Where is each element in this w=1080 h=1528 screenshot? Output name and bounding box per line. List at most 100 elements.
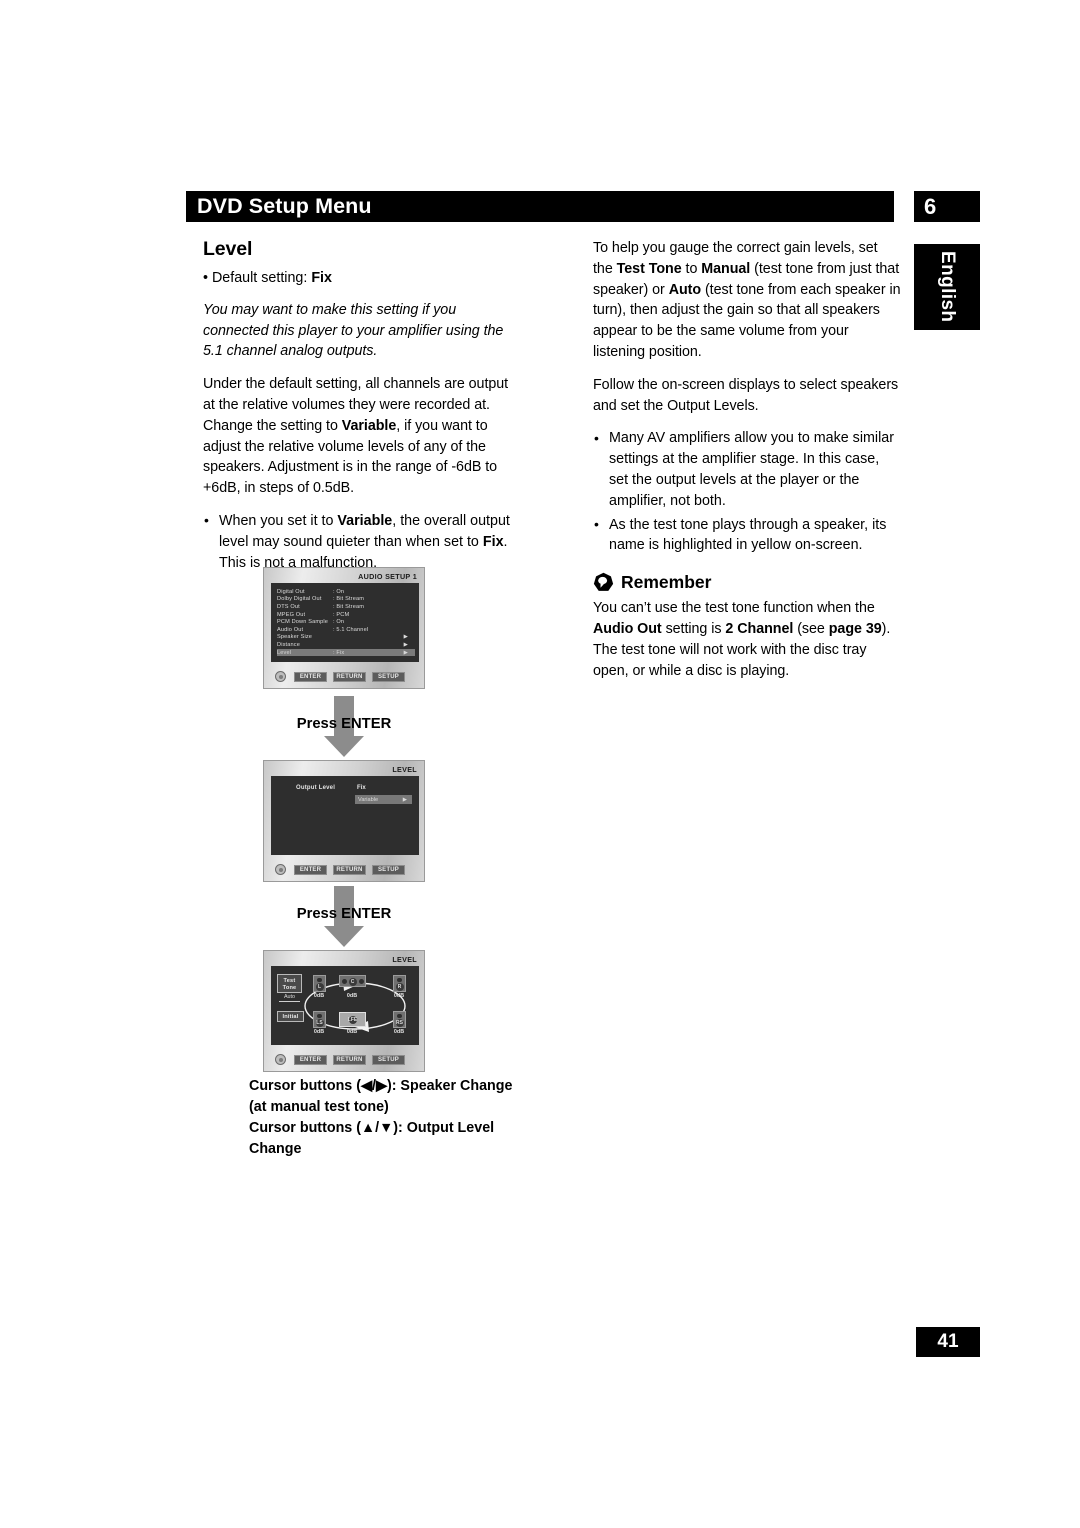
speaker-r-label: R <box>395 983 404 991</box>
speaker-l-label: L <box>315 983 324 991</box>
cursor-buttons-caption: Cursor buttons (◀/▶): Speaker Change (at… <box>249 1076 549 1160</box>
remember-heading: Remember <box>593 572 901 593</box>
step-label-press-enter-2: Press ENTER <box>296 906 392 922</box>
remember-paragraph: You can’t use the test tone function whe… <box>593 598 901 681</box>
return-button[interactable]: RETURN <box>333 1055 366 1065</box>
gain-levels-paragraph: To help you gauge the correct gain level… <box>593 238 901 363</box>
menu-key: Dolby Digital Out <box>277 596 322 603</box>
option-variable-selected[interactable]: Variable ▶ <box>355 795 412 804</box>
chevron-right-icon: ▶ <box>403 634 408 641</box>
caption-line-1: Cursor buttons (◀/▶): Speaker Change <box>249 1078 513 1094</box>
setup-button[interactable]: SETUP <box>372 1055 405 1065</box>
audio-setup-menu-list: Digital Out : On Dolby Digital Out : Bit… <box>277 588 415 657</box>
speaker-r[interactable]: R <box>393 975 406 992</box>
enter-button[interactable]: ENTER <box>294 1055 327 1065</box>
speaker-layout-panel: Test Tone Auto Initial L 0dB C 0dB R 0dB… <box>271 966 419 1045</box>
remember-bold-page39: page 39 <box>828 620 882 637</box>
dpad-icon[interactable] <box>273 670 288 684</box>
remember-bold-2channel: 2 Channel <box>725 620 794 637</box>
language-tab: English <box>914 244 980 330</box>
enter-button[interactable]: ENTER <box>294 672 327 682</box>
menu-key: Distance <box>277 641 300 648</box>
caption-line-2: (at manual test tone) <box>249 1099 389 1115</box>
osd-button-bar: ENTER RETURN SETUP <box>271 1053 419 1067</box>
menu-key: Digital Out <box>277 588 305 595</box>
manual-page: DVD Setup Menu 6 English 41 Level • Defa… <box>0 0 1080 1528</box>
speaker-c[interactable]: C <box>339 975 366 987</box>
option-fix[interactable]: Fix <box>357 785 366 791</box>
enter-button[interactable]: ENTER <box>294 865 327 875</box>
onscreen-display-paragraph: Follow the on-screen displays to select … <box>593 376 899 414</box>
menu-key: MPEG Out <box>277 611 306 618</box>
remember-bold-audio-out: Audio Out <box>593 620 662 637</box>
return-button[interactable]: RETURN <box>333 672 366 682</box>
chapter-number-badge: 6 <box>914 191 980 222</box>
table-row[interactable]: Audio Out : 5.1 Channel <box>277 626 415 634</box>
table-row[interactable]: PCM Down Sample : On <box>277 618 415 626</box>
menu-key: DTS Out <box>277 603 300 610</box>
speaker-l[interactable]: L <box>313 975 326 992</box>
osd-screen-area: Test Tone Auto Initial L 0dB C 0dB R 0dB… <box>271 966 419 1045</box>
speaker-ls-label: LS <box>315 1019 324 1027</box>
menu-value: : On <box>333 619 345 626</box>
table-row[interactable]: Speaker Size ▶ <box>277 634 415 642</box>
menu-value: : 5.1 Channel <box>333 626 369 633</box>
page-header-bar: DVD Setup Menu <box>186 191 894 222</box>
bullet1-bold-fix: Fix <box>482 533 504 550</box>
menu-key: Audio Out <box>277 626 304 633</box>
table-row[interactable]: Distance ▶ <box>277 641 415 649</box>
right-bullet-list: Many AV amplifiers allow you to make sim… <box>593 428 901 556</box>
osd-title-level: LEVEL <box>392 765 417 774</box>
page-number-badge: 41 <box>916 1327 980 1357</box>
menu-key: PCM Down Sample <box>277 619 329 626</box>
remember-icon <box>593 572 614 591</box>
osd-screenshot-audio-setup: AUDIO SETUP 1 Digital Out : On Dolby Dig… <box>263 567 425 689</box>
table-row-selected-level[interactable]: Level : Fix ▶ <box>277 648 415 657</box>
table-row[interactable]: Dolby Digital Out : Bit Stream <box>277 596 415 604</box>
language-tab-label: English <box>937 251 958 323</box>
speaker-lfe-label: LFE <box>347 1016 358 1024</box>
remember-label: Remember <box>621 572 712 593</box>
gain-bold-auto: Auto <box>668 281 702 298</box>
menu-key: Level <box>277 649 292 656</box>
osd-screenshot-level-speakers: LEVEL Test Tone Auto Initial L 0dB C 0dB… <box>263 950 425 1072</box>
dpad-icon[interactable] <box>273 863 288 877</box>
speaker-l-level: 0dB <box>313 993 325 999</box>
speaker-rs[interactable]: RS <box>393 1011 406 1028</box>
return-button[interactable]: RETURN <box>333 865 366 875</box>
speaker-c-label: C <box>348 977 357 986</box>
menu-value: : On <box>333 588 345 595</box>
gain-part-b: to <box>681 260 702 277</box>
osd-button-bar: ENTER RETURN SETUP <box>271 863 419 877</box>
section-heading-level: Level <box>203 238 253 260</box>
right-column: To help you gauge the correct gain level… <box>593 238 901 693</box>
default-setting-line: • Default setting: Fix <box>203 268 513 289</box>
table-row[interactable]: DTS Out : Bit Stream <box>277 603 415 611</box>
osd-screen-area: Digital Out : On Dolby Digital Out : Bit… <box>271 583 419 662</box>
remember-part-c: (see <box>793 620 829 637</box>
menu-key: Speaker Size <box>277 634 313 641</box>
bullet1-bold-variable: Variable <box>337 512 393 529</box>
dpad-icon[interactable] <box>273 1053 288 1067</box>
default-setting-value: Fix <box>311 270 332 286</box>
table-row[interactable]: MPEG Out : PCM <box>277 611 415 619</box>
setup-button[interactable]: SETUP <box>372 865 405 875</box>
chevron-right-icon: ▶ <box>403 641 408 648</box>
setup-button[interactable]: SETUP <box>372 672 405 682</box>
speaker-rs-level: 0dB <box>393 1029 405 1035</box>
auto-mode-label[interactable]: Auto <box>279 994 300 1002</box>
chevron-right-icon: ▶ <box>403 649 408 656</box>
speaker-lfe-selected[interactable]: LFE <box>339 1012 366 1027</box>
bullet1-part-a: When you set it to <box>219 512 338 529</box>
speaker-r-level: 0dB <box>393 993 405 999</box>
speaker-ls-level: 0dB <box>313 1029 325 1035</box>
speaker-ls[interactable]: LS <box>313 1011 326 1028</box>
level-desc-bold-variable: Variable <box>341 417 397 434</box>
italic-note-paragraph: You may want to make this setting if you… <box>203 301 504 360</box>
list-item: When you set it to Variable, the overall… <box>203 510 513 573</box>
speaker-c-level: 0dB <box>346 993 358 999</box>
list-item: Many AV amplifiers allow you to make sim… <box>593 428 901 511</box>
output-level-label: Output Level <box>296 785 336 791</box>
table-row[interactable]: Digital Out : On <box>277 588 415 596</box>
speaker-rs-label: RS <box>395 1019 404 1027</box>
